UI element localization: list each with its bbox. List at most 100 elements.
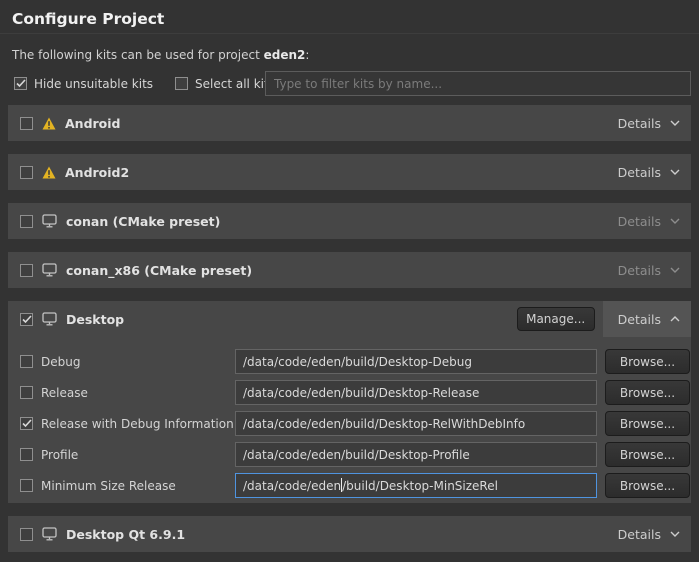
config-checkbox[interactable] bbox=[20, 386, 33, 399]
warning-icon bbox=[42, 166, 56, 179]
title-separator bbox=[0, 33, 699, 34]
page-title: Configure Project bbox=[0, 0, 699, 29]
chevron-down-icon bbox=[670, 120, 680, 126]
config-checkbox[interactable] bbox=[20, 479, 33, 492]
kit-checkbox[interactable] bbox=[20, 528, 33, 541]
details-toggle[interactable]: Details bbox=[603, 203, 691, 239]
chevron-down-icon bbox=[670, 218, 680, 224]
check-icon bbox=[16, 79, 26, 88]
details-toggle[interactable]: Details bbox=[603, 105, 691, 141]
details-toggle[interactable]: Details bbox=[603, 516, 691, 552]
kit-filter-input[interactable] bbox=[265, 71, 691, 96]
details-label: Details bbox=[618, 263, 661, 278]
config-checkbox[interactable] bbox=[20, 417, 33, 430]
kit-row-header: Desktop Manage... Details bbox=[8, 301, 691, 337]
kit-row-header: conan_x86 (CMake preset) Details bbox=[8, 252, 691, 288]
kit-row-conan-x86-cmake-preset: conan_x86 (CMake preset) Details bbox=[8, 252, 691, 288]
kit-checkbox[interactable] bbox=[20, 313, 33, 326]
chevron-down-icon bbox=[670, 531, 680, 537]
config-label: Profile bbox=[41, 448, 235, 462]
build-dir-path: /data/code/eden/build/Desktop-MinSizeRel bbox=[243, 478, 498, 493]
build-dir-input[interactable]: /data/code/eden/build/Desktop-RelWithDeb… bbox=[235, 411, 597, 436]
kit-checkbox[interactable] bbox=[20, 166, 33, 179]
configure-project-panel: Configure Project The following kits can… bbox=[0, 0, 699, 562]
build-dir-input[interactable]: /data/code/eden/build/Desktop-MinSizeRel bbox=[235, 473, 597, 498]
desktop-icon bbox=[42, 527, 57, 541]
config-label: Debug bbox=[41, 355, 235, 369]
kit-name: conan_x86 (CMake preset) bbox=[66, 263, 252, 278]
details-label: Details bbox=[618, 527, 661, 542]
details-label: Details bbox=[618, 214, 661, 229]
hide-unsuitable-kits-toggle[interactable]: Hide unsuitable kits bbox=[14, 77, 153, 91]
kit-row-android2: Android2 Details bbox=[8, 154, 691, 190]
hide-unsuitable-checkbox[interactable] bbox=[14, 77, 27, 90]
details-toggle[interactable]: Details bbox=[603, 301, 691, 337]
kit-row-conan-cmake-preset: conan (CMake preset) Details bbox=[8, 203, 691, 239]
build-dir-input[interactable]: /data/code/eden/build/Desktop-Release bbox=[235, 380, 597, 405]
kit-filter-toolbar: Hide unsuitable kits Select all kits bbox=[0, 71, 699, 96]
kit-row-header: conan (CMake preset) Details bbox=[8, 203, 691, 239]
check-icon bbox=[22, 419, 32, 428]
desktop-icon bbox=[42, 312, 57, 326]
project-name: eden2 bbox=[264, 48, 306, 62]
help-text-prefix: The following kits can be used for proje… bbox=[12, 48, 264, 62]
config-checkbox[interactable] bbox=[20, 448, 33, 461]
text-cursor bbox=[341, 478, 342, 492]
details-toggle[interactable]: Details bbox=[603, 252, 691, 288]
details-label: Details bbox=[618, 165, 661, 180]
kit-name: Desktop bbox=[66, 312, 124, 327]
kit-row-header: Android2 Details bbox=[8, 154, 691, 190]
build-dir-path: /data/code/eden/build/Desktop-Debug bbox=[243, 355, 472, 369]
browse-button[interactable]: Browse... bbox=[605, 411, 690, 436]
desktop-icon bbox=[42, 263, 57, 277]
build-config-row: Minimum Size Release /data/code/eden/bui… bbox=[20, 473, 691, 498]
select-all-checkbox[interactable] bbox=[175, 77, 188, 90]
config-label: Release bbox=[41, 386, 235, 400]
kit-name: Android bbox=[65, 116, 121, 131]
build-dir-path: /data/code/eden/build/Desktop-Profile bbox=[243, 448, 470, 462]
browse-button[interactable]: Browse... bbox=[605, 473, 690, 498]
details-label: Details bbox=[618, 312, 661, 327]
kit-name: conan (CMake preset) bbox=[66, 214, 220, 229]
kit-row-header: Desktop Qt 6.9.1 Details bbox=[8, 516, 691, 552]
build-config-row: Profile /data/code/eden/build/Desktop-Pr… bbox=[20, 442, 691, 467]
kit-name: Desktop Qt 6.9.1 bbox=[66, 527, 185, 542]
details-toggle[interactable]: Details bbox=[603, 154, 691, 190]
config-checkbox[interactable] bbox=[20, 355, 33, 368]
select-all-kits-toggle[interactable]: Select all kits bbox=[175, 77, 275, 91]
kit-row-header: Android Details bbox=[8, 105, 691, 141]
warning-icon bbox=[42, 117, 56, 130]
kit-row-android: Android Details bbox=[8, 105, 691, 141]
build-dir-input[interactable]: /data/code/eden/build/Desktop-Profile bbox=[235, 442, 597, 467]
kit-checkbox[interactable] bbox=[20, 215, 33, 228]
chevron-down-icon bbox=[670, 169, 680, 175]
build-config-row: Debug /data/code/eden/build/Desktop-Debu… bbox=[20, 349, 691, 374]
kit-name: Android2 bbox=[65, 165, 129, 180]
browse-button[interactable]: Browse... bbox=[605, 349, 690, 374]
kit-details-section: Debug /data/code/eden/build/Desktop-Debu… bbox=[8, 337, 691, 503]
hide-unsuitable-label: Hide unsuitable kits bbox=[34, 77, 153, 91]
kit-list: Android Details Android2 Details bbox=[0, 105, 699, 552]
kit-row-desktop-qt-6-9-1: Desktop Qt 6.9.1 Details bbox=[8, 516, 691, 552]
build-dir-input[interactable]: /data/code/eden/build/Desktop-Debug bbox=[235, 349, 597, 374]
browse-button[interactable]: Browse... bbox=[605, 380, 690, 405]
config-label: Minimum Size Release bbox=[41, 479, 235, 493]
kit-checkbox[interactable] bbox=[20, 117, 33, 130]
kit-row-desktop: Desktop Manage... Details Debug /data/co… bbox=[8, 301, 691, 503]
build-dir-path: /data/code/eden/build/Desktop-RelWithDeb… bbox=[243, 417, 525, 431]
build-config-row: Release /data/code/eden/build/Desktop-Re… bbox=[20, 380, 691, 405]
select-all-label: Select all kits bbox=[195, 77, 275, 91]
browse-button[interactable]: Browse... bbox=[605, 442, 690, 467]
desktop-icon bbox=[42, 214, 57, 228]
kits-help-text: The following kits can be used for proje… bbox=[12, 48, 687, 63]
chevron-down-icon bbox=[670, 267, 680, 273]
build-config-row: Release with Debug Information /data/cod… bbox=[20, 411, 691, 436]
config-label: Release with Debug Information bbox=[41, 417, 235, 431]
check-icon bbox=[22, 315, 32, 324]
kit-checkbox[interactable] bbox=[20, 264, 33, 277]
chevron-up-icon bbox=[670, 316, 680, 322]
build-dir-path: /data/code/eden/build/Desktop-Release bbox=[243, 386, 479, 400]
manage-button[interactable]: Manage... bbox=[517, 307, 595, 331]
help-text-suffix: : bbox=[305, 48, 309, 62]
details-label: Details bbox=[618, 116, 661, 131]
